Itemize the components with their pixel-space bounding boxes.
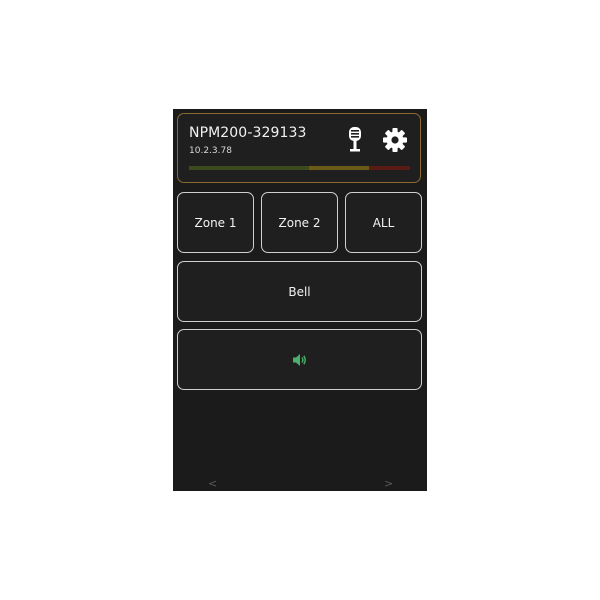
gear-icon (383, 128, 407, 152)
microphone-button[interactable] (342, 126, 368, 154)
level-segment-yellow (309, 166, 369, 170)
microphone-icon (349, 127, 361, 152)
zone-2-button[interactable]: Zone 2 (261, 192, 338, 253)
audio-level-meter (189, 166, 410, 170)
speaker-icon (292, 353, 306, 366)
level-segment-green (189, 166, 309, 170)
next-page-arrow[interactable]: > (384, 478, 393, 489)
device-ip: 10.2.3.78 (189, 146, 232, 156)
settings-button[interactable] (382, 126, 408, 154)
device-name: NPM200-329133 (189, 125, 307, 141)
zone-1-button[interactable]: Zone 1 (177, 192, 254, 253)
level-segment-red (369, 166, 410, 170)
device-header: NPM200-329133 10.2.3.78 (177, 113, 421, 183)
previous-page-arrow[interactable]: < (208, 478, 217, 489)
bell-button[interactable]: Bell (177, 261, 422, 322)
device-screen: NPM200-329133 10.2.3.78 Zone 1 Zone 2 AL… (173, 109, 427, 491)
all-zones-button[interactable]: ALL (345, 192, 422, 253)
volume-button[interactable] (177, 329, 422, 390)
